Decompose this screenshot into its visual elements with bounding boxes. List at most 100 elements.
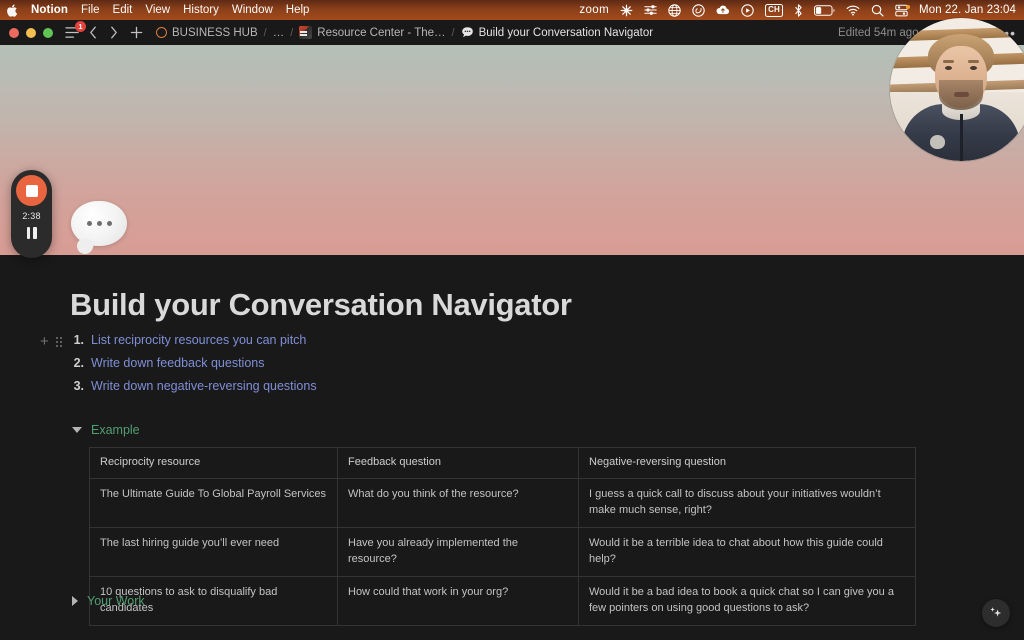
cloud-upload-icon[interactable]	[716, 4, 730, 16]
input-source-icon[interactable]: CH	[765, 3, 784, 17]
globe-icon[interactable]	[668, 3, 681, 17]
table-header-cell[interactable]: Reciprocity resource	[89, 447, 338, 479]
table-header-row: Reciprocity resource Feedback question N…	[89, 447, 916, 479]
toggle-your-work-label[interactable]: Your Work	[87, 594, 145, 608]
breadcrumb-separator: /	[451, 26, 455, 39]
list-item[interactable]: 1. List reciprocity resources you can pi…	[70, 331, 670, 354]
breadcrumb-label: Resource Center - The…	[317, 26, 446, 39]
list-item-number: 1.	[73, 333, 84, 347]
toggle-example[interactable]: Example	[72, 423, 140, 437]
record-circle-icon[interactable]	[741, 3, 754, 17]
person-mouth	[954, 92, 969, 97]
bubble-dot-icon	[86, 221, 92, 226]
breadcrumb-item-current-page[interactable]: Build your Conversation Navigator	[461, 26, 653, 39]
breadcrumb-item-resource-center[interactable]: Resource Center - The…	[299, 26, 446, 39]
table-cell[interactable]: Would it be a terrible idea to chat abou…	[578, 526, 916, 577]
stop-square-icon	[25, 184, 38, 197]
list-item-label[interactable]: List reciprocity resources you can pitch	[91, 331, 306, 350]
menu-zoom-status[interactable]: zoom	[579, 4, 609, 16]
toggle-your-work[interactable]: Your Work	[72, 594, 145, 608]
page-title[interactable]: Build your Conversation Navigator	[70, 287, 572, 322]
pause-recording-button[interactable]	[26, 227, 37, 239]
bluetooth-icon[interactable]	[794, 3, 803, 17]
orange-ring-icon	[156, 27, 167, 38]
chevron-down-icon[interactable]	[72, 427, 82, 433]
list-item-number: 2.	[73, 356, 84, 370]
chevron-right-icon[interactable]	[72, 596, 78, 606]
breadcrumb-item-ellipsis[interactable]: …	[273, 27, 285, 39]
menu-view[interactable]: View	[145, 4, 170, 16]
speech-bubble-icon	[461, 26, 474, 39]
numbered-list: 1. List reciprocity resources you can pi…	[70, 331, 670, 400]
menu-window[interactable]: Window	[232, 4, 273, 16]
navigation-arrows	[89, 26, 118, 39]
close-window-button[interactable]	[9, 27, 19, 38]
wifi-icon[interactable]	[846, 5, 860, 16]
jacket-logo	[930, 135, 945, 149]
minimize-window-button[interactable]	[26, 27, 36, 38]
pause-bar-icon	[33, 227, 37, 239]
add-block-button[interactable]: +	[40, 334, 49, 349]
breadcrumb-label: BUSINESS HUB	[172, 26, 258, 39]
menu-file[interactable]: File	[81, 4, 100, 16]
page-body: Build your Conversation Navigator + 1. L…	[0, 255, 1024, 640]
spotlight-search-icon[interactable]	[871, 4, 884, 17]
battery-icon[interactable]	[814, 4, 835, 16]
window-controls	[9, 27, 53, 38]
example-table: Reciprocity resource Feedback question N…	[89, 447, 916, 626]
sparkle-icon	[990, 607, 1002, 617]
list-item[interactable]: 2. Write down feedback questions	[70, 354, 670, 377]
block-controls: +	[40, 334, 63, 349]
menu-edit[interactable]: Edit	[113, 4, 133, 16]
recording-timer: 2:38	[22, 211, 41, 221]
pause-bar-icon	[26, 227, 30, 239]
breadcrumb-separator: /	[290, 26, 294, 39]
table-cell[interactable]: How could that work in your org?	[337, 575, 579, 626]
webcam-video-overlay[interactable]	[890, 18, 1024, 161]
notion-top-bar: 1 BUSINESS HUB / … / Resource Center - T…	[0, 20, 1024, 45]
table-cell[interactable]: Have you already implemented the resourc…	[337, 526, 579, 577]
resource-center-thumbnail-icon	[299, 26, 313, 39]
table-cell[interactable]: The Ultimate Guide To Global Payroll Ser…	[89, 477, 338, 528]
new-page-button[interactable]	[130, 26, 143, 39]
spiral-icon[interactable]	[692, 3, 705, 17]
page-cover-image	[0, 45, 1024, 255]
person-eyebrow	[943, 60, 954, 63]
list-item-label[interactable]: Write down negative-reversing questions	[91, 377, 317, 396]
table-cell[interactable]: The last hiring guide you’ll ever need	[89, 526, 338, 577]
asterisk-icon[interactable]	[620, 4, 633, 17]
breadcrumb-separator: /	[263, 26, 267, 39]
toggle-example-label[interactable]: Example	[91, 423, 140, 437]
list-item[interactable]: 3. Write down negative-reversing questio…	[70, 377, 670, 400]
table-cell[interactable]: I guess a quick call to discuss about yo…	[578, 477, 916, 528]
list-item-label[interactable]: Write down feedback questions	[91, 354, 264, 373]
person-eye	[945, 66, 952, 70]
stop-recording-button[interactable]	[16, 175, 47, 206]
apple-logo-icon[interactable]	[6, 3, 18, 17]
control-center-icon[interactable]	[895, 4, 911, 17]
menu-app-name[interactable]: Notion	[31, 4, 68, 16]
forward-button[interactable]	[110, 26, 118, 39]
sidebar-toggle-button[interactable]: 1	[65, 21, 86, 39]
table-header-cell[interactable]: Negative-reversing question	[578, 447, 916, 479]
table-cell[interactable]: What do you think of the resource?	[337, 477, 579, 528]
maximize-window-button[interactable]	[43, 27, 53, 38]
back-button[interactable]	[89, 26, 97, 39]
menu-history[interactable]: History	[183, 4, 219, 16]
bubble-dot-icon	[96, 221, 102, 226]
person-eye	[970, 66, 977, 70]
menu-help[interactable]: Help	[286, 4, 310, 16]
breadcrumb: BUSINESS HUB / … / Resource Center - The…	[156, 26, 653, 39]
drag-handle-icon[interactable]	[55, 336, 63, 348]
speech-bubble-overlay-icon[interactable]	[71, 201, 127, 246]
menu-clock[interactable]: Mon 22. Jan 23:04	[919, 4, 1016, 16]
list-item-number: 3.	[73, 379, 84, 393]
screen-recorder-widget: 2:38	[11, 170, 52, 258]
breadcrumb-item-business-hub[interactable]: BUSINESS HUB	[156, 27, 258, 39]
webcam-scene	[890, 18, 1024, 161]
table-cell[interactable]: Would it be a bad idea to book a quick c…	[578, 575, 916, 626]
ai-sparkle-button[interactable]	[982, 599, 1010, 627]
sliders-icon[interactable]	[644, 4, 657, 16]
table-header-cell[interactable]: Feedback question	[337, 447, 579, 479]
bubble-dot-icon	[106, 221, 112, 226]
